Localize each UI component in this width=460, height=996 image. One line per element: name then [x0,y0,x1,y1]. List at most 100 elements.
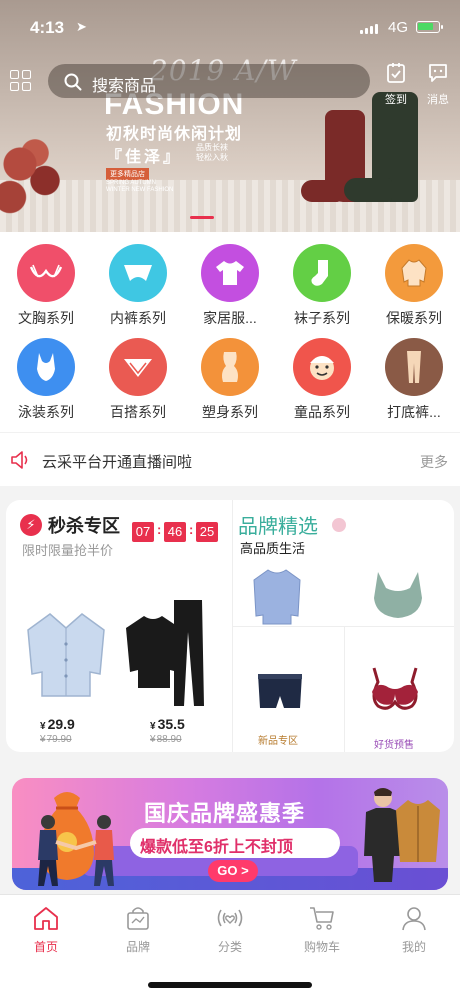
checkin-icon [387,63,405,83]
currency-symbol: ¥ [150,721,156,732]
brand-picks-subtitle: 高品质生活 [240,541,306,556]
price-value: 29.9 [47,716,75,732]
versatile-icon [109,338,167,396]
tab-home[interactable]: 首页 [0,905,92,955]
brand-picks-panel[interactable]: 品牌精选 高品质生活 新品专区 好货预售 [232,500,454,752]
sock-icon [293,244,351,302]
network-type: 4G [388,19,409,36]
category-grid: 文胸系列 内裤系列 家居服... 袜子系列 保暖系列 泳装系列 百搭系列 塑身系… [0,232,460,432]
battery-icon [416,21,443,33]
currency-symbol: ¥ [40,734,46,745]
category-item[interactable]: 童品系列 [276,328,368,420]
decor-dot [332,518,346,532]
tab-category[interactable]: 分类 [184,905,276,955]
swimsuit-icon [17,338,75,396]
ad-offer-text: 爆款低至6折上不封顶 [140,839,293,856]
tab-brand[interactable]: 品牌 [92,905,184,955]
countdown-minutes: 46 [164,522,186,542]
original-price-value: 79.90 [46,734,72,745]
category-item[interactable]: 塑身系列 [184,328,276,420]
category-item[interactable]: 家居服... [184,234,276,326]
countdown-seconds: 25 [196,522,218,542]
category-label: 塑身系列 [202,404,258,420]
brand-bag-icon [127,907,149,930]
announcement-text: 云采平台开通直播间啦 [42,454,193,471]
flash-price: ¥29.9 [40,716,75,732]
category-item[interactable]: 文胸系列 [0,234,92,326]
category-item[interactable]: 泳装系列 [0,328,92,420]
banner-tagline: SPRING AUTUMN WINTER NEW FASHION [106,180,174,193]
top-navigation: 搜索商品 签到 消息 [0,58,460,108]
divider [344,626,345,752]
tab-cart[interactable]: 购物车 [276,905,368,955]
countdown-separator: : [189,522,194,537]
flash-sale-title: 秒杀专区 [48,516,120,536]
flash-sale-panel[interactable]: ⚡ 秒杀专区 限时限量抢半价 07 : 46 : 25 ¥29.9 ¥79.90… [6,500,232,752]
ad-offer-pill: 爆款低至6折上不封顶 [130,828,340,858]
announcement-bar[interactable]: 云采平台开通直播间啦 更多 [0,432,460,486]
category-item[interactable]: 内裤系列 [92,234,184,326]
kids-icon [293,338,351,396]
banner-brand-text: 佳泽 [125,149,164,166]
tab-label: 我的 [401,940,426,954]
message-button[interactable]: 消息 [420,62,456,107]
promo-ad-banner[interactable]: 国庆品牌盛惠季 爆款低至6折上不封顶 GO > [12,778,448,890]
brand-picks-title: 品牌精选 [238,516,318,538]
home-icon [34,907,58,930]
coat-icon [396,800,440,862]
category-label: 泳装系列 [18,404,74,420]
message-icon [429,64,447,82]
speaker-icon [11,451,28,469]
more-link[interactable]: 更多 [420,452,448,472]
presale-label: 好货预售 [374,740,414,751]
category-label: 家居服... [203,310,257,326]
category-label: 百搭系列 [110,404,166,420]
banner-subtitle: 初秋时尚休闲计划 [106,126,243,143]
category-item[interactable]: 百搭系列 [92,328,184,420]
tab-label: 首页 [33,940,58,954]
status-bar: 4:13 ➤ 4G [0,14,460,44]
sweater-icon [253,569,301,625]
carousel-indicator [190,216,214,219]
bra-icon [17,244,75,302]
category-item[interactable]: 打底裤... [368,328,460,420]
category-grid-icon[interactable] [10,70,32,92]
new-arrivals-label: 新品专区 [258,736,298,747]
flash-sale-subtitle: 限时限量抢半价 [22,543,114,558]
underwear-icon [109,244,167,302]
price-value: 35.5 [157,716,185,732]
thermal-icon [385,244,443,302]
location-arrow-icon: ➤ [76,19,87,34]
shapewear-icon [201,338,259,396]
ad-headline: 国庆品牌盛惠季 [144,801,306,826]
lightning-icon: ⚡ [20,514,42,536]
currency-symbol: ¥ [40,721,46,732]
go-button[interactable]: GO > [208,860,258,882]
pajamas-icon [27,613,105,697]
message-label: 消息 [427,94,449,106]
lace-bra-icon [372,667,418,710]
category-icon [217,909,243,927]
checkin-button[interactable]: 签到 [378,62,414,107]
banner-brand: 『佳泽』 [106,149,183,166]
tab-label: 分类 [217,940,242,954]
home-indicator [148,982,312,988]
signal-icon [360,24,378,34]
category-item[interactable]: 袜子系列 [276,234,368,326]
loungewear-icon [201,244,259,302]
category-label: 袜子系列 [294,310,350,326]
category-label: 内裤系列 [110,310,166,326]
category-label: 文胸系列 [18,310,74,326]
banner-tag: 更多精品店 [106,168,149,180]
original-price-value: 88.90 [156,734,182,745]
leggings-icon [385,338,443,396]
tab-label: 购物车 [303,940,340,954]
tab-profile[interactable]: 我的 [368,905,460,955]
cart-icon [310,907,334,930]
checkin-label: 签到 [385,94,407,106]
boxer-icon [258,674,302,708]
original-price: ¥88.90 [150,734,182,745]
search-input[interactable]: 搜索商品 [48,64,370,98]
category-item[interactable]: 保暖系列 [368,234,460,326]
original-price: ¥79.90 [40,734,72,745]
